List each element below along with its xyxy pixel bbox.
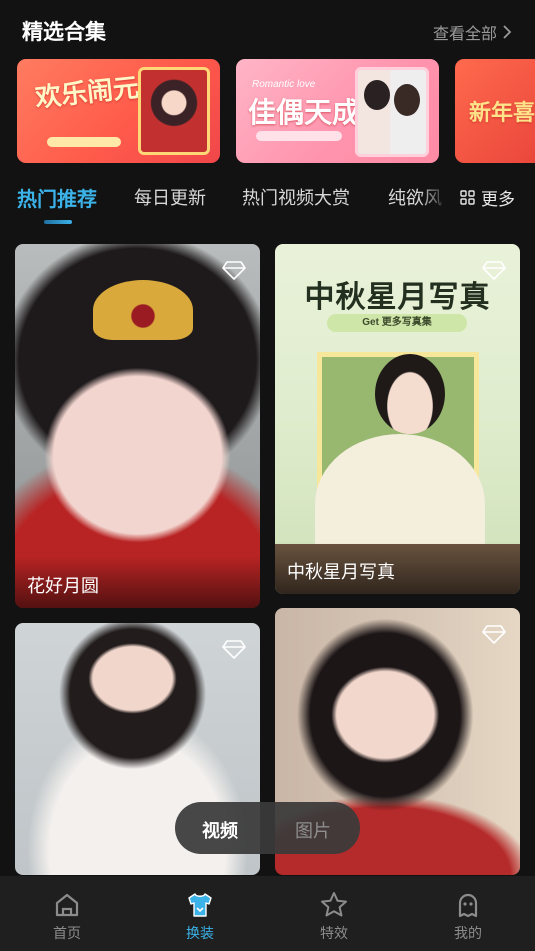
banner-ribbon [256, 131, 342, 141]
card-image-face [375, 354, 445, 434]
tab-hot-recommend[interactable]: 热门推荐 [17, 183, 97, 212]
chevron-right-icon [503, 25, 512, 39]
diamond-icon [482, 625, 506, 644]
section-title: 精选合集 [22, 21, 106, 44]
diamond-icon [222, 261, 246, 280]
nav-label: 我的 [454, 925, 482, 941]
bottom-nav: 首页 换装 特效 我的 [0, 876, 535, 951]
banner-ribbon [47, 137, 121, 147]
diamond-icon [482, 261, 506, 280]
active-tab-indicator [44, 220, 72, 224]
banner-title: 新年喜 [469, 100, 535, 125]
banner-image [355, 67, 429, 157]
nav-label: 特效 [320, 925, 348, 941]
switch-image[interactable]: 图片 [295, 817, 331, 843]
tab-hot-video[interactable]: 热门视频大赏 [242, 184, 350, 210]
switch-video[interactable]: 视频 [202, 817, 238, 843]
template-card[interactable]: 花好月圆 [15, 244, 260, 608]
nav-profile[interactable]: 我的 [428, 890, 508, 943]
diamond-icon [222, 640, 246, 659]
section-header: 精选合集 查看全部 [0, 0, 535, 58]
banner-title: 佳偶天成 [248, 97, 361, 128]
card-title: 中秋星月写真 [275, 542, 520, 594]
tshirt-icon [188, 893, 212, 917]
banner-image [138, 67, 210, 155]
category-tabs: 热门推荐 每日更新 热门视频大赏 纯欲风 更多 [0, 174, 535, 230]
nav-label: 换装 [186, 925, 214, 941]
collection-carousel[interactable]: 欢乐闹元宵 Romantic love 佳偶天成 新年喜 [0, 59, 535, 164]
more-categories-button[interactable]: 更多 [452, 185, 515, 210]
star-icon [321, 892, 347, 917]
view-all-link[interactable]: 查看全部 [433, 20, 513, 44]
nav-effects[interactable]: 特效 [294, 890, 374, 943]
tab-daily-update[interactable]: 每日更新 [134, 184, 206, 210]
card-title: 花好月圆 [15, 556, 260, 608]
home-icon [55, 893, 79, 917]
grid-icon [460, 190, 475, 205]
collection-banner[interactable]: Romantic love 佳偶天成 [236, 59, 439, 163]
more-label: 更多 [481, 190, 515, 209]
tabs-fade [420, 174, 448, 224]
media-type-switch: 视频 图片 [175, 802, 360, 854]
card-image [93, 280, 193, 340]
nav-home[interactable]: 首页 [27, 890, 107, 943]
template-card[interactable]: 中秋星月写真 Get 更多写真集 中秋星月写真 [275, 244, 520, 594]
nav-label: 首页 [53, 925, 81, 941]
banner-subtitle: Romantic love [252, 79, 316, 90]
profile-icon [458, 893, 478, 918]
collection-banner[interactable]: 新年喜 [455, 59, 535, 163]
poster-subtitle: Get 更多写真集 [327, 314, 467, 332]
view-all-label: 查看全部 [432, 26, 497, 43]
nav-dressup[interactable]: 换装 [160, 890, 240, 943]
collection-banner[interactable]: 欢乐闹元宵 [17, 59, 220, 163]
